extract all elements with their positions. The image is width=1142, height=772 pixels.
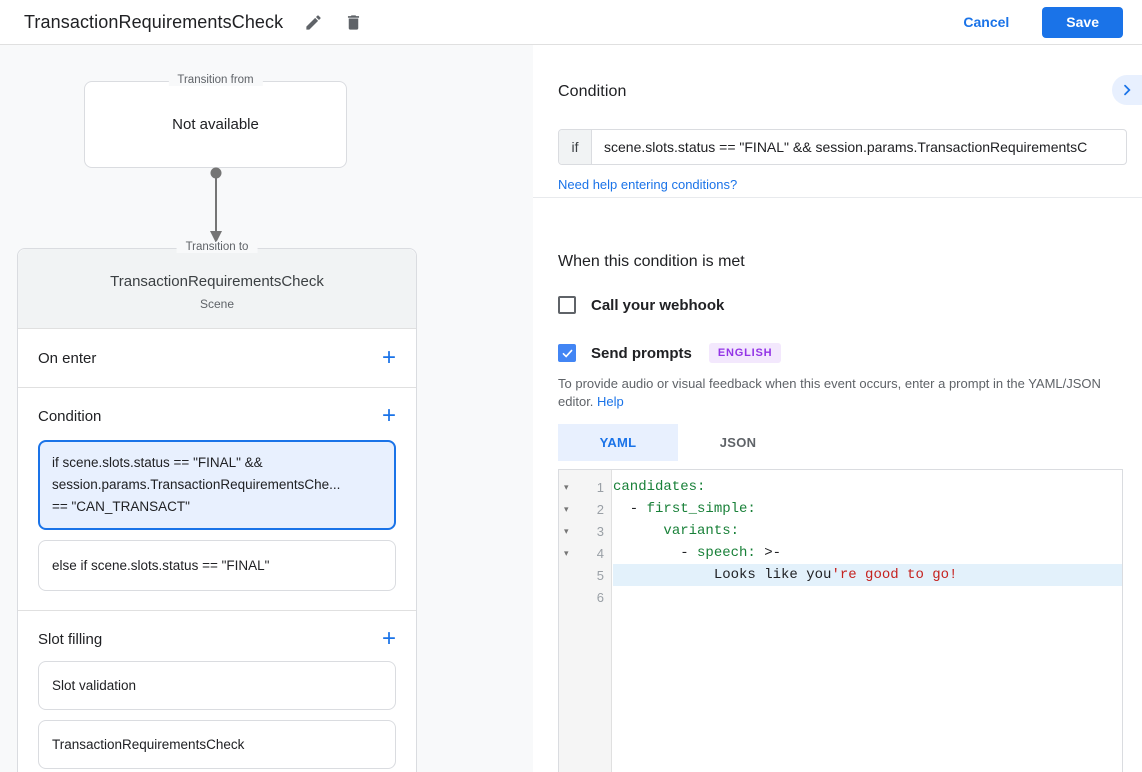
transition-from-value: Not available [172, 116, 259, 133]
condition-heading: Condition [558, 83, 1142, 101]
add-slot-button[interactable]: + [382, 629, 396, 649]
transition-from-box: Transition from Not available [84, 81, 347, 168]
cancel-button[interactable]: Cancel [963, 14, 1009, 30]
condition-if-group: if scene.slots.status == "FINAL" && sess… [558, 129, 1127, 165]
code-token: - [613, 545, 697, 561]
slot-filling-label: Slot filling [38, 631, 102, 648]
prompts-description-text: To provide audio or visual feedback when… [558, 376, 1101, 409]
code-token: >- [756, 545, 781, 561]
condition-card-selected[interactable]: if scene.slots.status == "FINAL" && sess… [38, 440, 396, 530]
when-met-heading: When this condition is met [558, 253, 1142, 271]
code-line[interactable]: 5 Looks like you're good to go! [559, 564, 1122, 586]
on-enter-label: On enter [38, 350, 96, 367]
code-line[interactable]: ▾3 variants: [559, 520, 1122, 542]
condition-card[interactable]: else if scene.slots.status == "FINAL" [38, 540, 396, 591]
language-badge: ENGLISH [709, 343, 782, 363]
scene-type-label: Scene [18, 297, 416, 311]
code-token: Looks like you [613, 567, 831, 583]
transition-from-legend: Transition from [168, 74, 262, 86]
transition-panel: Transition from Not available Transition… [0, 45, 533, 772]
tab-yaml[interactable]: YAML [558, 424, 678, 461]
code-token: variants: [663, 523, 739, 539]
code-line[interactable]: ▾4 - speech: >- [559, 542, 1122, 564]
code-line[interactable]: ▾1candidates: [559, 476, 1122, 498]
scene-name: TransactionRequirementsCheck [18, 273, 416, 290]
add-condition-button[interactable]: + [382, 406, 396, 426]
code-token: - [613, 501, 647, 517]
add-on-enter-button[interactable]: + [382, 348, 396, 368]
fold-arrow-icon[interactable]: ▾ [559, 504, 575, 515]
slot-card[interactable]: Slot validation [38, 661, 396, 710]
transition-to-card: Transition to TransactionRequirementsChe… [17, 248, 417, 772]
slot-filling-section: Slot filling + Slot validation Transacti… [18, 611, 416, 772]
yaml-editor[interactable]: ▾1candidates:▾2 - first_simple:▾3 varian… [558, 469, 1123, 772]
prompts-description: To provide audio or visual feedback when… [558, 375, 1121, 411]
top-bar: TransactionRequirementsCheck Cancel Save [0, 0, 1142, 45]
code-token: candidates: [613, 479, 705, 495]
line-number: 6 [575, 590, 613, 605]
if-label: if [559, 130, 592, 164]
trash-icon [344, 13, 363, 32]
transition-arrow-icon [209, 167, 223, 247]
collapse-panel-button[interactable] [1112, 75, 1142, 105]
tab-json[interactable]: JSON [678, 424, 798, 461]
line-number: 1 [575, 480, 613, 495]
checkmark-icon [561, 347, 574, 360]
chevron-right-icon [1119, 82, 1135, 98]
send-prompts-row: Send prompts ENGLISH [558, 343, 1142, 363]
section-divider [533, 197, 1142, 198]
code-lines: ▾1candidates:▾2 - first_simple:▾3 varian… [559, 470, 1122, 608]
condition-section-label: Condition [38, 408, 101, 425]
code-token: speech: [697, 545, 756, 561]
line-number: 4 [575, 546, 613, 561]
line-number: 3 [575, 524, 613, 539]
webhook-label[interactable]: Call your webhook [591, 297, 724, 314]
code-token [613, 523, 663, 539]
save-button[interactable]: Save [1042, 7, 1123, 38]
send-prompts-label[interactable]: Send prompts [591, 345, 692, 362]
page-title: TransactionRequirementsCheck [24, 12, 283, 33]
prompts-help-link[interactable]: Help [597, 394, 624, 409]
editor-tabs: YAML JSON [558, 424, 1142, 461]
on-enter-row: On enter + [18, 329, 416, 388]
transition-to-legend: Transition to [177, 241, 258, 253]
pencil-icon [304, 13, 323, 32]
condition-if-input[interactable]: scene.slots.status == "FINAL" && session… [592, 130, 1126, 164]
condition-section: Condition + if scene.slots.status == "FI… [18, 388, 416, 611]
fold-arrow-icon[interactable]: ▾ [559, 482, 575, 493]
webhook-checkbox[interactable] [558, 296, 576, 314]
slot-card[interactable]: TransactionRequirementsCheck [38, 720, 396, 769]
fold-arrow-icon[interactable]: ▾ [559, 526, 575, 537]
code-line[interactable]: 6 [559, 586, 1122, 608]
fold-arrow-icon[interactable]: ▾ [559, 548, 575, 559]
webhook-row: Call your webhook [558, 296, 1142, 314]
condition-detail-panel: Condition if scene.slots.status == "FINA… [533, 45, 1142, 772]
code-token: 're good to go! [831, 567, 957, 583]
scene-card-header: TransactionRequirementsCheck Scene [18, 249, 416, 329]
delete-button[interactable] [343, 12, 363, 32]
conditions-help-link[interactable]: Need help entering conditions? [558, 177, 737, 192]
line-number: 2 [575, 502, 613, 517]
send-prompts-checkbox[interactable] [558, 344, 576, 362]
code-token: first_simple: [647, 501, 756, 517]
code-line[interactable]: ▾2 - first_simple: [559, 498, 1122, 520]
edit-button[interactable] [303, 12, 323, 32]
line-number: 5 [575, 568, 613, 583]
scene-editor: TransactionRequirementsCheck Cancel Save… [0, 0, 1142, 772]
